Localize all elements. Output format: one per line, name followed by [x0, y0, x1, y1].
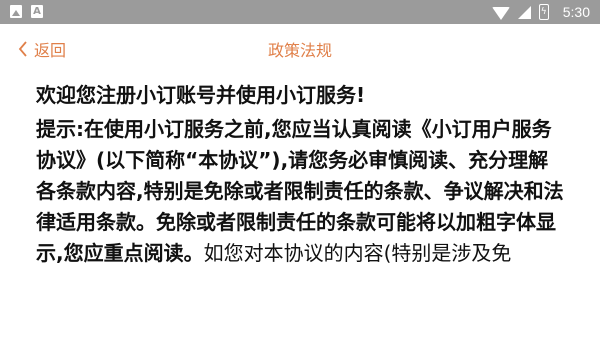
status-time: 5:30: [562, 4, 590, 20]
welcome-heading: 欢迎您注册小订账号并使用小订服务!: [36, 83, 366, 107]
agreement-notice: 提示:在使用小订服务之前,您应当认真阅读《小订用户服务协议》(以下简称“本协议”…: [36, 114, 566, 269]
image-notification-icon: [10, 5, 22, 18]
wifi-icon: [491, 6, 510, 20]
policy-content: 欢迎您注册小订账号并使用小订服务! 提示:在使用小订服务之前,您应当认真阅读《小…: [36, 72, 566, 269]
status-bar-notifications: A: [10, 5, 43, 18]
status-bar: A ϟ 5:30: [0, 0, 600, 24]
font-notification-icon: A: [31, 5, 43, 18]
normal-notice-text: 如您对本协议的内容(特别是涉及免: [203, 241, 512, 265]
cell-signal-icon: [517, 5, 531, 19]
page-title: 政策法规: [267, 41, 332, 60]
app-header: 返回 政策法规: [0, 24, 600, 72]
status-bar-system: ϟ 5:30: [491, 0, 590, 24]
battery-icon: ϟ: [538, 4, 549, 20]
